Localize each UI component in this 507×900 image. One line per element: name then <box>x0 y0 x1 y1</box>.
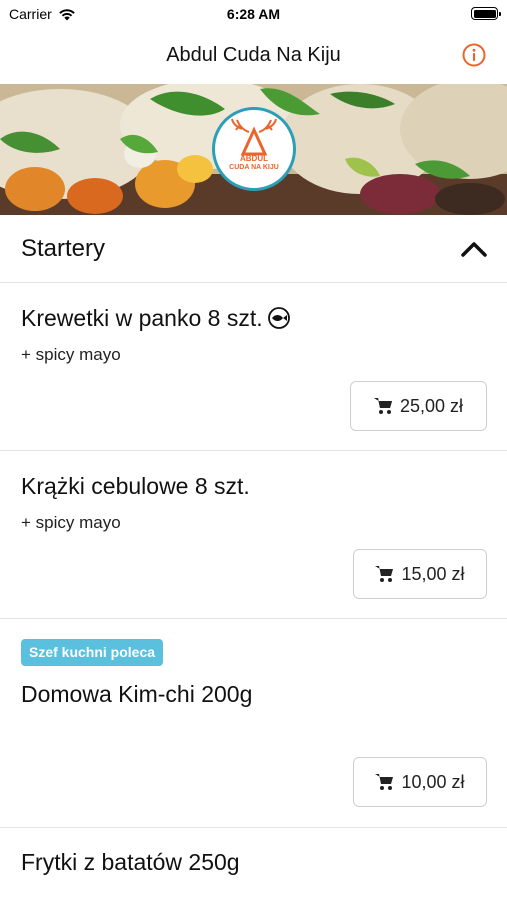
section-title: Startery <box>21 235 106 262</box>
cart-icon <box>375 774 394 790</box>
chevron-up-icon[interactable] <box>461 241 487 257</box>
section-header-startery[interactable]: Startery <box>0 215 507 283</box>
menu-item-title: Domowa Kim-chi 200g <box>21 681 253 707</box>
menu-item-description: + spicy mayo <box>21 345 121 364</box>
cart-icon <box>375 566 394 582</box>
add-to-cart-button[interactable]: 25,00 zł <box>350 381 487 431</box>
antler-logo-icon <box>231 118 277 156</box>
restaurant-logo: ABDUL CUDA NA KIJU <box>212 107 296 191</box>
menu-item[interactable]: Szef kuchni poleca Domowa Kim-chi 200g 1… <box>0 619 507 828</box>
price-label: 10,00 zł <box>401 771 465 792</box>
menu-item-description: + spicy mayo <box>21 513 121 532</box>
price-label: 25,00 zł <box>399 395 464 416</box>
status-time: 6:28 AM <box>226 6 281 22</box>
logo-text: ABDUL CUDA NA KIJU <box>229 154 279 171</box>
cart-icon <box>373 398 392 414</box>
info-circle-icon[interactable] <box>462 43 486 67</box>
price-label: 15,00 zł <box>401 563 465 584</box>
add-to-cart-button[interactable]: 15,00 zł <box>353 549 487 599</box>
menu-item[interactable]: Krewetki w panko 8 szt. + spicy mayo 25,… <box>0 283 507 451</box>
menu-item[interactable]: Frytki z batatów 250g <box>0 828 507 900</box>
menu-item-title: Frytki z batatów 250g <box>21 849 240 875</box>
chef-recommends-badge: Szef kuchni poleca <box>21 639 164 666</box>
add-to-cart-button[interactable]: 10,00 zł <box>353 757 487 807</box>
page-title: Abdul Cuda Na Kiju <box>166 44 341 66</box>
status-bar: Carrier 6:28 AM <box>0 0 507 28</box>
menu-item[interactable]: Krążki cebulowe 8 szt. + spicy mayo 15,0… <box>0 451 507 619</box>
battery-icon <box>471 7 501 20</box>
fish-icon <box>267 307 290 329</box>
menu-item-title: Krewetki w panko 8 szt. <box>21 305 291 332</box>
menu-item-title: Krążki cebulowe 8 szt. <box>21 473 250 499</box>
navigation-bar: Abdul Cuda Na Kiju <box>0 28 507 84</box>
